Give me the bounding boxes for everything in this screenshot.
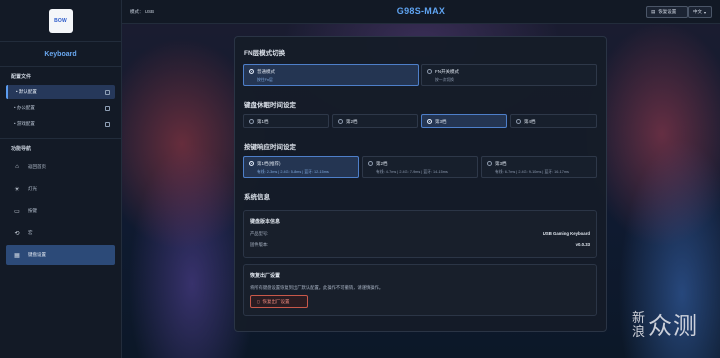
config-item-3[interactable]: • 游戏配置: [6, 117, 115, 131]
nav-item-label: 按键: [28, 208, 37, 213]
factory-reset-title: 恢复出厂设置: [250, 273, 281, 279]
macro-icon: ⟲: [14, 230, 20, 237]
radio-icon: [249, 161, 254, 166]
nav-item-label: 返回首页: [28, 164, 46, 169]
device-title: G98S-MAX: [396, 6, 446, 16]
radio-icon: [249, 69, 254, 74]
option-label: 第2档: [376, 161, 388, 166]
option-label: FN开关模式: [435, 69, 459, 74]
product-row: 产品型号: USB Gaming Keyboard: [250, 231, 590, 237]
option-sub: 有线: 4-7ms | 2.4G: 7-9ms | 蓝牙: 14-15ms: [376, 170, 448, 174]
home-icon: ⌂: [15, 164, 19, 170]
sleep-option-3[interactable]: 第3档: [421, 114, 507, 128]
option-sub: 按一次切换: [435, 78, 454, 82]
config-item-1[interactable]: • 默认配置: [6, 85, 115, 99]
response-option-2[interactable]: 第2档 有线: 4-7ms | 2.4G: 7-9ms | 蓝牙: 14-15m…: [362, 156, 478, 178]
factory-reset-warning: 将所有键盘设置恢复到出厂默认配置。此操作不可撤销，请谨慎操作。: [250, 285, 384, 290]
sleep-option-1[interactable]: 第1档: [243, 114, 329, 128]
logo-area: BOW: [0, 0, 121, 42]
radio-icon: [427, 119, 432, 124]
radio-icon: [338, 119, 343, 124]
nav-item-label: 灯光: [28, 186, 37, 191]
edit-icon[interactable]: [105, 121, 110, 127]
firmware-row: 固件版本: v0.0.33: [250, 242, 590, 248]
nav-item-5[interactable]: ▦ 键盘设置: [6, 245, 115, 265]
watermark-brand: 众测: [648, 312, 699, 340]
nav-list: ⌂ 返回首页 ☀ 灯光 ▭ 按键 ⟲ 宏 ▦ 键盘设置: [0, 157, 121, 265]
edit-icon[interactable]: [105, 105, 110, 111]
response-option-1[interactable]: 第1档(推荐) 有线: 2-3ms | 2.4G: 5-8ms | 蓝牙: 12…: [243, 156, 359, 178]
fn-mode-option-normal[interactable]: 普通模式 按住Fn层: [243, 64, 419, 86]
config-list: • 默认配置 • 办公配置 • 游戏配置: [0, 85, 121, 131]
sun-icon: ☀: [14, 186, 20, 193]
option-label: 第3档: [495, 161, 507, 166]
option-label: 第1档: [257, 119, 269, 124]
sidebar-title: Keyboard: [0, 42, 121, 67]
config-item-label: • 游戏配置: [14, 121, 35, 126]
firmware-value: v0.0.33: [575, 242, 590, 247]
product-label: 产品型号:: [250, 231, 269, 236]
grid-icon: ▦: [14, 252, 20, 259]
response-title: 按键响应时间设定: [244, 144, 296, 151]
radio-icon: [249, 119, 254, 124]
chevron-down-icon: ▾: [704, 9, 707, 15]
config-item-label: • 默认配置: [16, 89, 37, 94]
option-label: 第2档: [346, 119, 358, 124]
option-sub: 按住Fn层: [257, 78, 273, 82]
language-label: 中文: [693, 9, 702, 14]
config-section-header: 配置文件: [11, 74, 32, 80]
settings-icon: ▤: [651, 9, 656, 14]
edit-icon[interactable]: [105, 89, 110, 95]
option-sub: 有线: 6-7ms | 2.4G: 9-10ms | 蓝牙: 16-17ms: [495, 170, 569, 174]
option-sub: 有线: 2-3ms | 2.4G: 5-8ms | 蓝牙: 12-15ms: [257, 170, 329, 174]
version-info-box: 键盘版本信息 产品型号: USB Gaming Keyboard 固件版本: v…: [243, 210, 597, 258]
sidebar: BOW Keyboard 配置文件 • 默认配置 • 办公配置 • 游戏配置 功能导…: [0, 0, 122, 358]
restore-settings-button[interactable]: ▤ 恢复设置: [646, 6, 688, 18]
radio-icon: [427, 69, 432, 74]
option-label: 第4档: [524, 119, 536, 124]
sleep-option-2[interactable]: 第2档: [332, 114, 418, 128]
option-label: 第1档(推荐): [257, 161, 281, 166]
nav-item-1[interactable]: ⌂ 返回首页: [6, 157, 115, 177]
sleep-option-4[interactable]: 第4档: [510, 114, 597, 128]
watermark-char-2: 浪: [632, 325, 647, 340]
nav-item-2[interactable]: ☀ 灯光: [6, 179, 115, 199]
brand-logo: BOW: [48, 8, 73, 33]
version-info-title: 键盘版本信息: [250, 219, 281, 225]
fn-mode-option-toggle[interactable]: FN开关模式 按一次切换: [421, 64, 597, 86]
firmware-label: 固件版本:: [250, 242, 269, 247]
factory-reset-button[interactable]: ▯ 恢复出厂设置: [250, 295, 308, 308]
nav-section-header: 功能导航: [11, 146, 32, 152]
factory-reset-box: 恢复出厂设置 将所有键盘设置恢复到出厂默认配置。此操作不可撤销，请谨慎操作。 ▯…: [243, 264, 597, 316]
language-select[interactable]: 中文 ▾: [688, 6, 712, 18]
config-item-2[interactable]: • 办公配置: [6, 101, 115, 115]
sleep-title: 键盘休眠时间设定: [244, 102, 296, 109]
sina-watermark: 新 浪 众测: [632, 311, 699, 341]
factory-reset-button-label: 恢复出厂设置: [262, 298, 290, 304]
option-label: 第3档: [435, 119, 447, 124]
radio-icon: [368, 161, 373, 166]
config-item-label: • 办公配置: [14, 105, 35, 110]
restore-settings-label: 恢复设置: [658, 9, 677, 14]
watermark-char-1: 新: [632, 311, 647, 326]
nav-item-label: 宏: [28, 230, 33, 235]
nav-item-label: 键盘设置: [28, 252, 46, 257]
radio-icon: [487, 161, 492, 166]
fn-mode-title: FN层模式切换: [244, 50, 286, 57]
response-option-3[interactable]: 第3档 有线: 6-7ms | 2.4G: 9-10ms | 蓝牙: 16-17…: [481, 156, 597, 178]
product-value: USB Gaming Keyboard: [542, 231, 590, 236]
top-bar: 模式： USB G98S-MAX ▤ 恢复设置 中文 ▾: [122, 0, 720, 24]
system-info-title: 系统信息: [244, 194, 270, 201]
document-icon: ▯: [257, 298, 260, 304]
keyboard-icon: ▭: [14, 208, 20, 215]
radio-icon: [516, 119, 521, 124]
nav-item-3[interactable]: ▭ 按键: [6, 201, 115, 221]
option-label: 普通模式: [257, 69, 275, 74]
nav-item-4[interactable]: ⟲ 宏: [6, 223, 115, 243]
